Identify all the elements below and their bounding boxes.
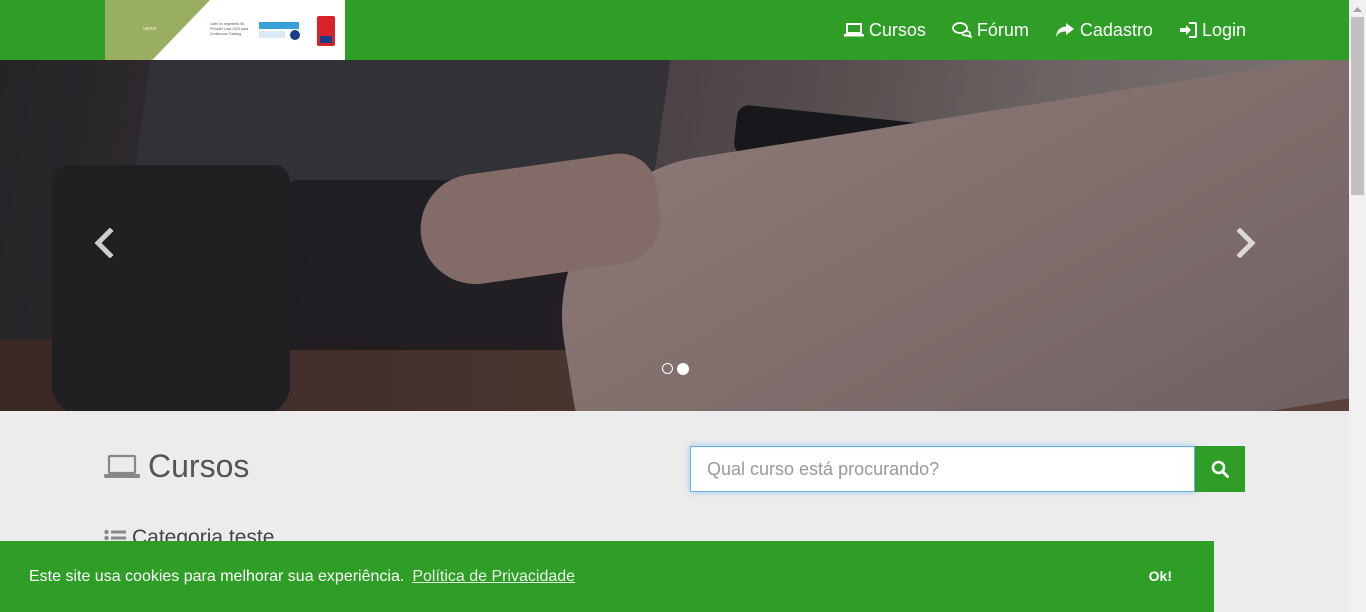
award-badge-icon (259, 22, 300, 40)
cookie-consent-bar: Este site usa cookies para melhorar sua … (0, 541, 1214, 612)
logo-tagline: Líder no segmento Sit Provider Loss 2020… (210, 22, 249, 36)
cookie-ok-button[interactable]: Ok! (1149, 568, 1172, 584)
site-logo[interactable]: yamer Líder no segmento Sit Provider Los… (105, 0, 345, 60)
certificate-badge-icon (317, 16, 335, 46)
course-search (690, 446, 1245, 492)
nav-cursos[interactable]: Cursos (843, 19, 926, 41)
scrollbar-thumb[interactable] (1351, 17, 1364, 195)
laptop-icon (104, 454, 140, 478)
laptop-icon (843, 23, 864, 37)
carousel-next-button[interactable] (1232, 227, 1258, 259)
nav-login-label: Login (1201, 19, 1246, 40)
nav-cursos-label: Cursos (868, 19, 926, 40)
logo-green-panel: yamer (105, 0, 210, 60)
share-icon (1055, 23, 1074, 37)
sign-in-icon (1179, 22, 1197, 38)
search-button[interactable] (1195, 446, 1245, 492)
hero-overlay (0, 60, 1349, 411)
chevron-right-icon (1236, 227, 1256, 259)
carousel-prev-button[interactable] (92, 227, 118, 259)
course-search-input[interactable] (690, 446, 1195, 492)
courses-title-text: Cursos (148, 448, 250, 484)
chevron-left-icon (94, 227, 114, 259)
page-scrollbar[interactable] (1349, 0, 1366, 612)
logo-mark: yamer (143, 26, 157, 32)
search-icon (1211, 460, 1229, 478)
top-navbar: yamer Líder no segmento Sit Provider Los… (0, 0, 1349, 60)
nav-cadastro[interactable]: Cadastro (1055, 20, 1153, 41)
nav-forum[interactable]: Fórum (951, 19, 1029, 41)
privacy-policy-link[interactable]: Política de Privacidade (412, 568, 575, 586)
scroll-up-icon[interactable] (1349, 0, 1366, 17)
carousel-indicator-2[interactable] (677, 363, 689, 375)
cookie-message: Este site usa cookies para melhorar sua … (29, 567, 405, 585)
nav-forum-label: Fórum (976, 19, 1029, 40)
carousel-indicators (662, 363, 689, 375)
main-nav: Cursos Fórum Cadastro Login (843, 0, 1246, 60)
carousel-indicator-1[interactable] (662, 363, 673, 374)
nav-cadastro-label: Cadastro (1079, 19, 1153, 40)
comments-icon (951, 22, 972, 38)
nav-login[interactable]: Login (1179, 20, 1246, 41)
courses-title: Cursos (104, 448, 249, 485)
hero-carousel (0, 60, 1349, 411)
